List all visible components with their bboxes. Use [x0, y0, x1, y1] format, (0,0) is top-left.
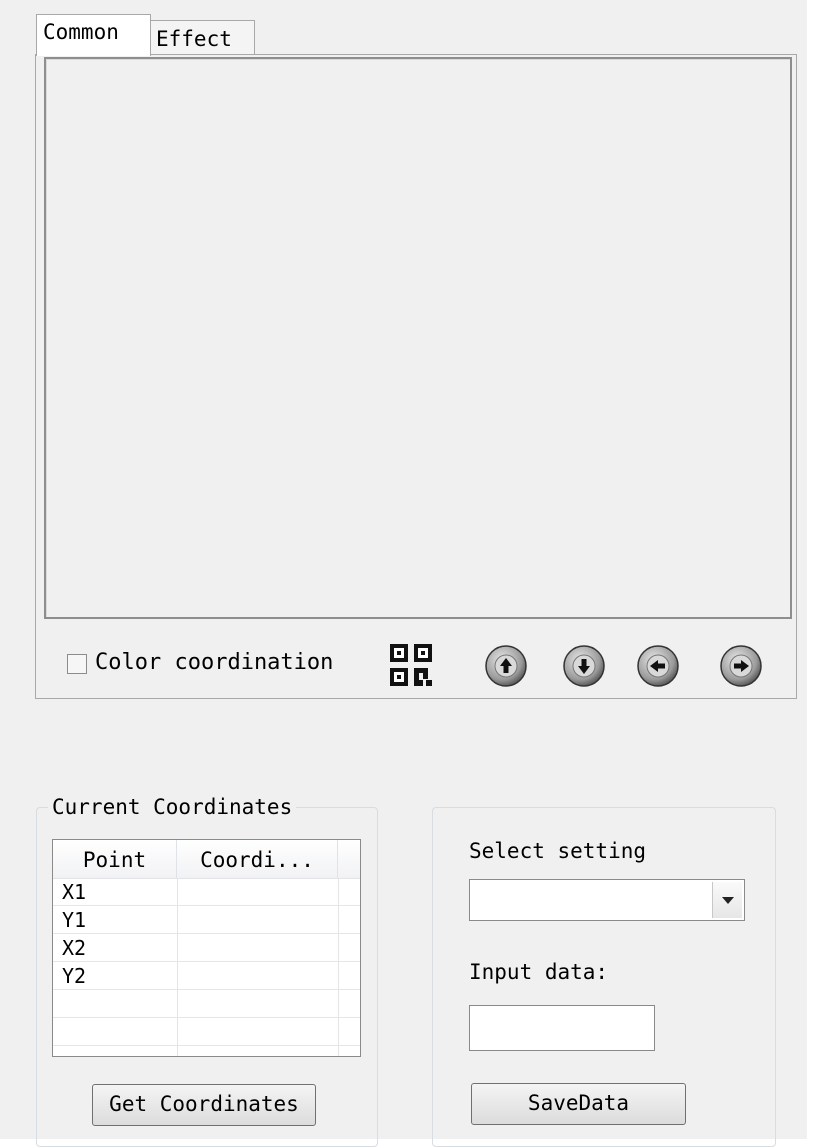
current-coordinates-title: Current Coordinates	[48, 793, 297, 821]
input-data-label: Input data:	[469, 960, 609, 984]
table-row[interactable]: X2	[53, 934, 360, 962]
input-data-field[interactable]	[469, 1005, 655, 1051]
coordinates-list[interactable]: Point Coordi... X1 Y1 X2 Y2	[52, 839, 361, 1057]
column-header-point[interactable]: Point	[53, 840, 177, 878]
save-data-button[interactable]: SaveData	[471, 1083, 686, 1125]
color-coordination-checkbox[interactable]	[67, 654, 87, 674]
arrow-right-icon[interactable]	[719, 644, 763, 688]
tab-effect[interactable]: Effect	[149, 20, 255, 54]
list-header: Point Coordi...	[53, 840, 360, 879]
get-coordinates-button[interactable]: Get Coordinates	[92, 1084, 316, 1126]
select-setting-label: Select setting	[469, 839, 647, 863]
table-row[interactable]	[53, 990, 360, 1018]
column-header-coordinates[interactable]: Coordi...	[177, 840, 338, 878]
table-row[interactable]: Y2	[53, 962, 360, 990]
row-point: X2	[62, 936, 87, 960]
tab-common[interactable]: Common	[36, 14, 151, 56]
row-point: X1	[62, 880, 87, 904]
row-point: Y2	[62, 964, 87, 988]
qr-code-icon[interactable]	[388, 642, 434, 688]
table-row[interactable]: X1	[53, 878, 360, 906]
preview-canvas[interactable]	[44, 57, 792, 619]
table-row[interactable]: Y1	[53, 906, 360, 934]
window-edge	[807, 0, 813, 1139]
arrow-down-icon[interactable]	[562, 644, 606, 688]
select-setting-dropdown[interactable]	[469, 879, 745, 921]
arrow-left-icon[interactable]	[636, 644, 680, 688]
table-row[interactable]	[53, 1018, 360, 1046]
arrow-up-icon[interactable]	[484, 644, 528, 688]
row-point: Y1	[62, 908, 87, 932]
color-coordination-label: Color coordination	[95, 650, 334, 675]
chevron-down-icon[interactable]	[712, 882, 742, 918]
